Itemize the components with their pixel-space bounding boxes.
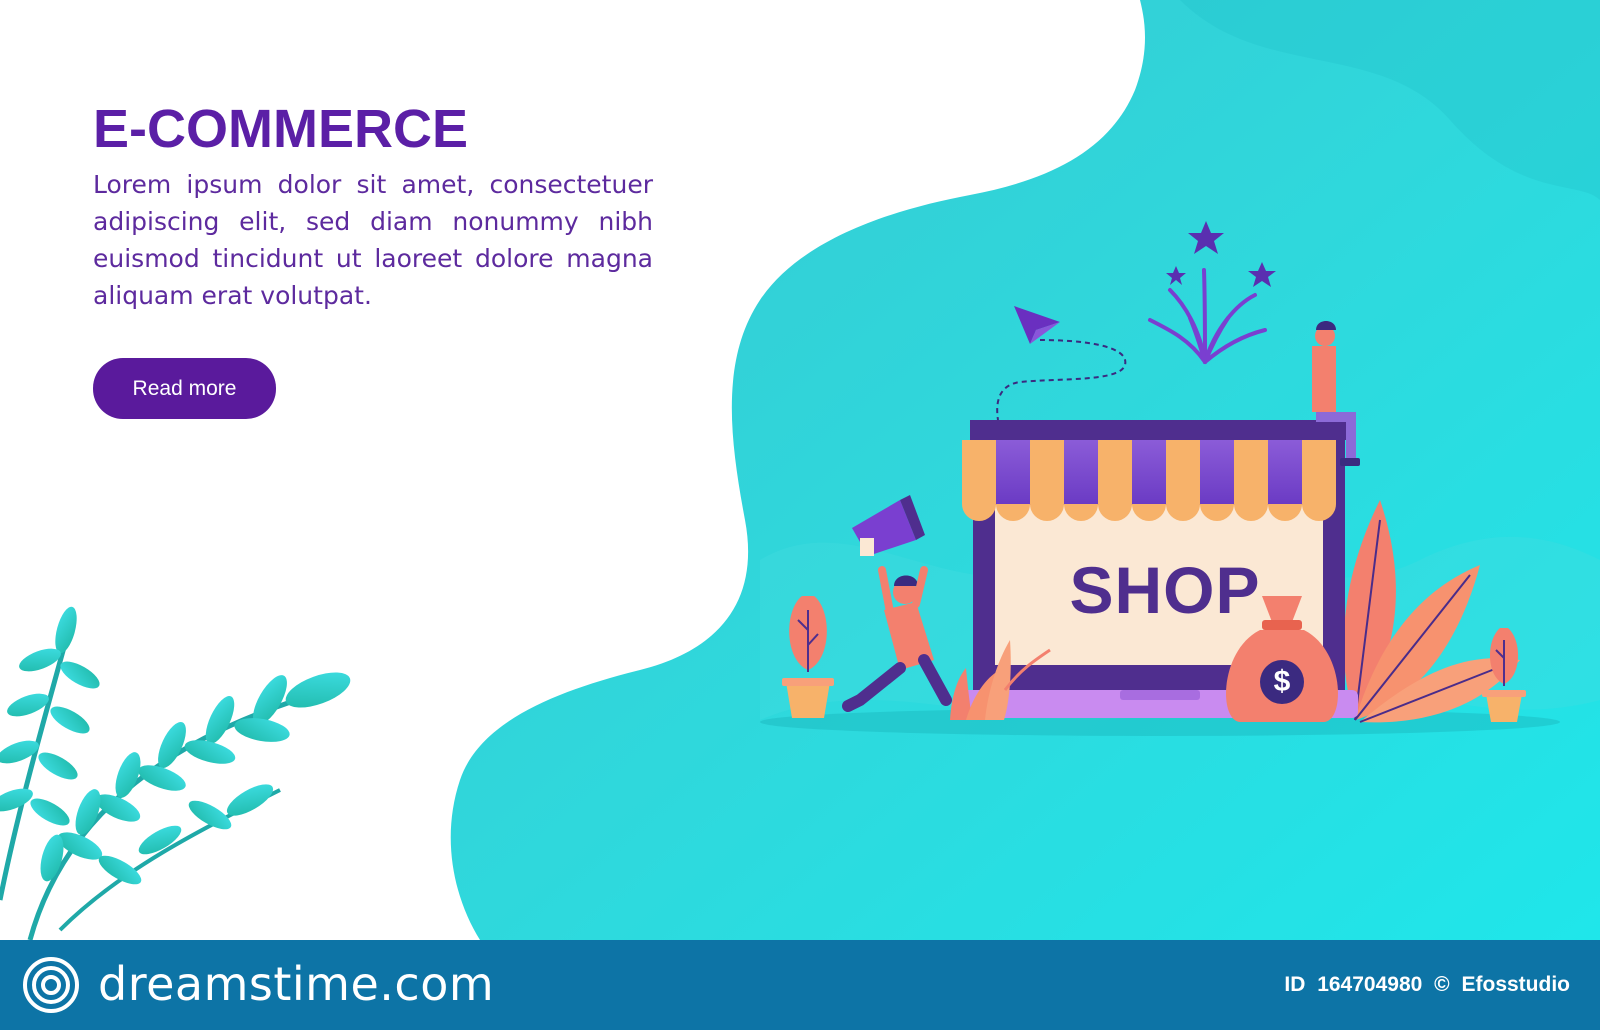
author-name[interactable]: Efosstudio [1462,973,1571,996]
money-symbol: $ [1273,665,1291,698]
hero-description: Lorem ipsum dolor sit amet, consectetuer… [93,170,653,310]
page-title: E-COMMERCE [93,99,468,159]
hero-section: E-COMMERCE Lorem ipsum dolor sit amet, c… [93,96,653,314]
id-label: ID [1284,973,1306,996]
foliage [0,606,351,940]
id-number: 164704980 [1317,973,1423,996]
dreamstime-logo-icon [23,957,79,1013]
shop-sign: SHOP [1069,553,1261,627]
landing-page: $ SHOP E-COMMERCE Lorem ipsum dolor sit … [0,0,1600,1030]
footer-bar: dreamstime.com ID 164704980 © Efosstudio [0,940,1600,1030]
copyright-symbol: © [1434,973,1450,996]
read-more-button[interactable]: Read more [93,358,276,419]
footer-brand[interactable]: dreamstime.com [98,954,494,1014]
image-id-credit: ID 164704980 © Efosstudio [1278,970,1570,1000]
